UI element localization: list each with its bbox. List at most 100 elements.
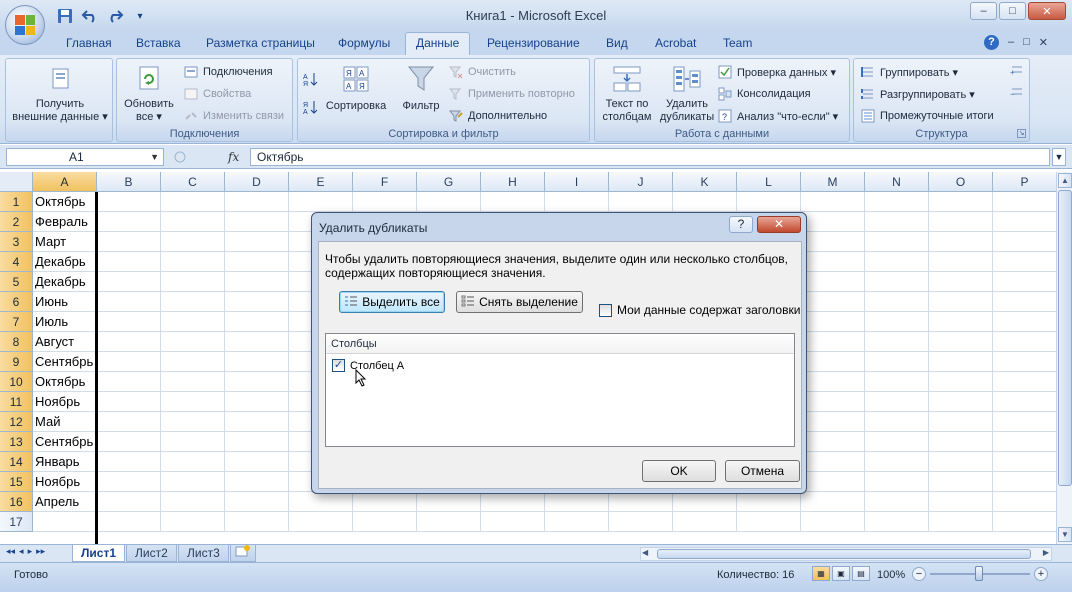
column-header-d[interactable]: D xyxy=(225,172,289,192)
scroll-up-icon[interactable]: ▲ xyxy=(1058,173,1072,188)
close-button[interactable]: ✕ xyxy=(1028,2,1066,20)
column-header-j[interactable]: J xyxy=(609,172,673,192)
scroll-left-icon[interactable]: ◀ xyxy=(642,548,648,557)
fx-icon[interactable]: fx xyxy=(228,150,239,164)
consolidate-button[interactable]: Консолидация xyxy=(717,86,811,102)
row-header-9[interactable]: 9 xyxy=(0,352,33,372)
row-header-7[interactable]: 7 xyxy=(0,312,33,332)
cell-a5[interactable]: Декабрь xyxy=(33,272,97,292)
row-header-11[interactable]: 11 xyxy=(0,392,33,412)
cell-a13[interactable]: Сентябрь xyxy=(33,432,97,452)
text-to-columns-button[interactable]: Текст по столбцам xyxy=(597,61,657,124)
office-button[interactable] xyxy=(5,5,45,45)
row-header-15[interactable]: 15 xyxy=(0,472,33,492)
tab-page-layout[interactable]: Разметка страницы xyxy=(206,36,315,50)
row-header-8[interactable]: 8 xyxy=(0,332,33,352)
data-validation-button[interactable]: Проверка данных ▾ xyxy=(717,64,836,80)
tab-review[interactable]: Рецензирование xyxy=(487,36,580,50)
row-header-2[interactable]: 2 xyxy=(0,212,33,232)
refresh-all-button[interactable]: Обновить все ▾ xyxy=(120,61,178,124)
sort-az-button[interactable]: АЯ xyxy=(302,71,318,87)
vertical-scroll-thumb[interactable] xyxy=(1058,190,1072,486)
prev-sheet-icon[interactable]: ◂ xyxy=(19,546,24,557)
column-item-a[interactable]: ✓ Столбец A xyxy=(332,359,404,372)
zoom-in-button[interactable]: + xyxy=(1034,567,1048,581)
get-external-data-button[interactable]: Получить внешние данные ▾ xyxy=(10,61,110,124)
sheet-tab-3[interactable]: Лист3 xyxy=(178,545,229,562)
row-header-12[interactable]: 12 xyxy=(0,412,33,432)
formula-input[interactable]: Октябрь xyxy=(250,148,1050,166)
expand-formula-button[interactable]: ▼ xyxy=(1052,148,1066,166)
group-button[interactable]: Группировать ▾ xyxy=(860,64,958,80)
cell-a3[interactable]: Март xyxy=(33,232,97,252)
ungroup-button[interactable]: Разгруппировать ▾ xyxy=(860,86,975,102)
row-header-3[interactable]: 3 xyxy=(0,232,33,252)
page-layout-view-icon[interactable]: ▣ xyxy=(832,566,850,581)
column-header-i[interactable]: I xyxy=(545,172,609,192)
row-header-4[interactable]: 4 xyxy=(0,252,33,272)
connections-button[interactable]: Подключения xyxy=(183,64,273,80)
minimize-button[interactable]: – xyxy=(970,2,997,20)
remove-duplicates-button[interactable]: Удалить дубликаты xyxy=(657,61,717,124)
sort-button[interactable]: ЯААЯ Сортировка xyxy=(322,61,390,113)
column-header-g[interactable]: G xyxy=(417,172,481,192)
sort-za-button[interactable]: ЯА xyxy=(302,99,318,115)
columns-list[interactable]: Столбцы ✓ Столбец A xyxy=(325,333,795,447)
tab-home[interactable]: Главная xyxy=(66,36,112,50)
next-sheet-icon[interactable]: ▸ xyxy=(28,546,33,557)
column-header-k[interactable]: K xyxy=(673,172,737,192)
sheet-tab-2[interactable]: Лист2 xyxy=(126,545,177,562)
row-header-13[interactable]: 13 xyxy=(0,432,33,452)
normal-view-icon[interactable]: ▦ xyxy=(812,566,830,581)
cell-a2[interactable]: Февраль xyxy=(33,212,97,232)
cell-a9[interactable]: Сентябрь xyxy=(33,352,97,372)
workbook-restore-button[interactable]: □ xyxy=(1023,36,1030,49)
ok-button[interactable]: OK xyxy=(642,460,716,482)
last-sheet-icon[interactable]: ▸▸ xyxy=(36,546,45,557)
column-header-n[interactable]: N xyxy=(865,172,929,192)
name-box[interactable]: A1 ▼ xyxy=(6,148,164,166)
cell-a4[interactable]: Декабрь xyxy=(33,252,97,272)
tab-data[interactable]: Данные xyxy=(405,32,471,56)
edit-links-button[interactable]: Изменить связи xyxy=(183,108,284,124)
cell-a15[interactable]: Ноябрь xyxy=(33,472,97,492)
tab-acrobat[interactable]: Acrobat xyxy=(655,36,696,50)
select-all-corner[interactable] xyxy=(0,172,33,192)
horizontal-scroll-thumb[interactable] xyxy=(657,549,1031,559)
tab-insert[interactable]: Вставка xyxy=(136,36,181,50)
workbook-minimize-button[interactable]: – xyxy=(1008,36,1014,49)
what-if-button[interactable]: ? Анализ "что-если" ▾ xyxy=(717,108,838,124)
properties-button[interactable]: Свойства xyxy=(183,86,251,102)
column-header-h[interactable]: H xyxy=(481,172,545,192)
unselect-all-button[interactable]: Снять выделение xyxy=(456,291,583,313)
column-header-m[interactable]: M xyxy=(801,172,865,192)
cell-a10[interactable]: Октябрь xyxy=(33,372,97,392)
column-header-o[interactable]: O xyxy=(929,172,993,192)
row-header-16[interactable]: 16 xyxy=(0,492,33,512)
workbook-close-button[interactable]: ✕ xyxy=(1039,36,1048,49)
scroll-right-icon[interactable]: ▶ xyxy=(1043,548,1049,557)
maximize-button[interactable]: □ xyxy=(999,2,1026,20)
hide-detail-icon[interactable]: − xyxy=(1010,86,1024,101)
cancel-button[interactable]: Отмена xyxy=(725,460,800,482)
headers-checkbox[interactable] xyxy=(599,303,612,317)
column-header-b[interactable]: B xyxy=(97,172,161,192)
filter-button[interactable]: Фильтр xyxy=(396,61,446,113)
help-icon[interactable]: ? xyxy=(984,35,999,50)
zoom-slider-thumb[interactable] xyxy=(975,566,983,581)
subtotal-button[interactable]: Промежуточные итоги xyxy=(860,108,994,124)
row-header-6[interactable]: 6 xyxy=(0,292,33,312)
cell-a11[interactable]: Ноябрь xyxy=(33,392,97,412)
dialog-close-button[interactable]: ✕ xyxy=(757,216,801,233)
cell-a6[interactable]: Июнь xyxy=(33,292,97,312)
tab-formulas[interactable]: Формулы xyxy=(338,36,390,50)
zoom-out-button[interactable]: − xyxy=(912,567,926,581)
scroll-down-icon[interactable]: ▼ xyxy=(1058,527,1072,542)
row-header-5[interactable]: 5 xyxy=(0,272,33,292)
page-break-view-icon[interactable]: ▤ xyxy=(852,566,870,581)
cell-a7[interactable]: Июль xyxy=(33,312,97,332)
advanced-filter-button[interactable]: Дополнительно xyxy=(448,108,547,124)
splitter-icon[interactable] xyxy=(172,149,190,165)
column-header-e[interactable]: E xyxy=(289,172,353,192)
column-header-f[interactable]: F xyxy=(353,172,417,192)
